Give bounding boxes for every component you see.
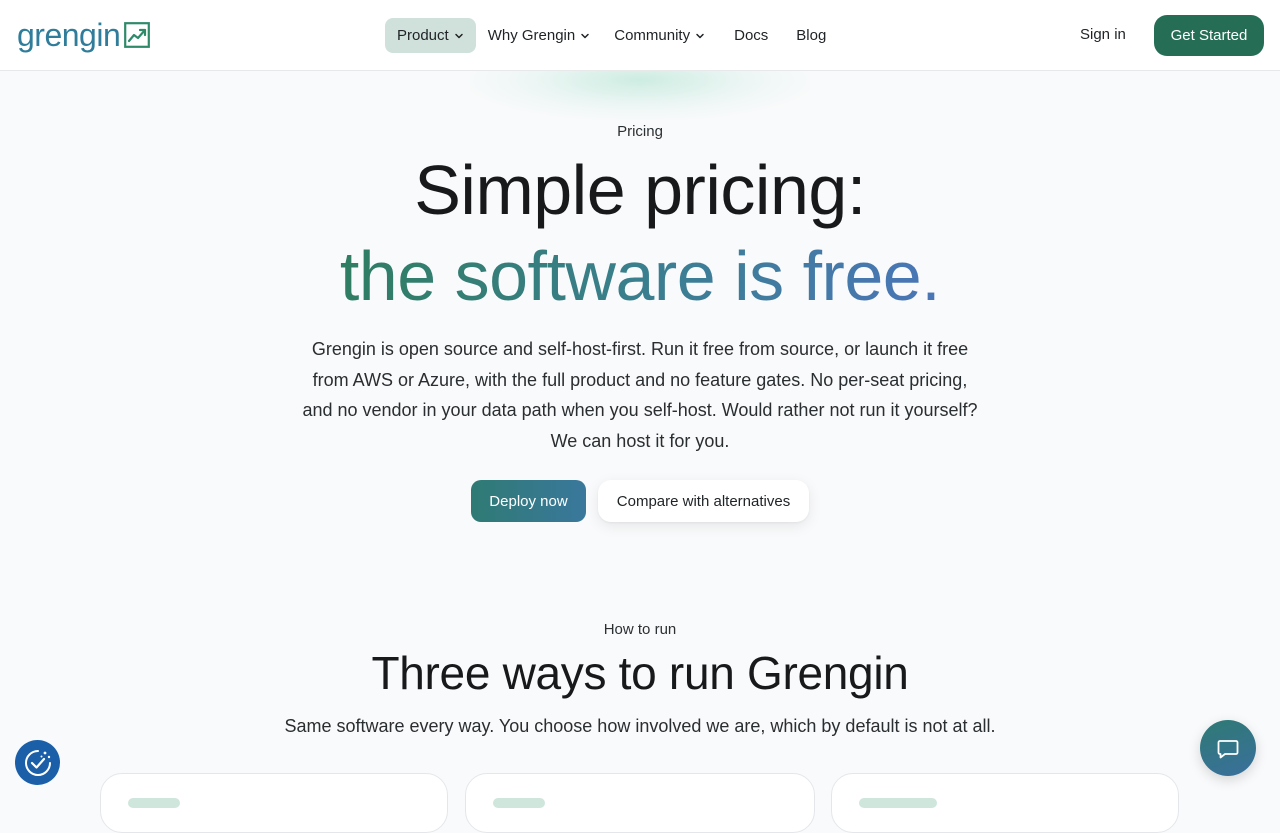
hero-title-highlight-text: the software is free. bbox=[339, 237, 941, 315]
chevron-down-icon bbox=[696, 33, 704, 38]
hero-title: Simple pricing: bbox=[414, 151, 866, 229]
nav-item-label: Blog bbox=[796, 27, 827, 44]
trend-chart-icon bbox=[124, 22, 151, 48]
chevron-down-icon bbox=[581, 33, 589, 38]
nav-item-product[interactable]: Product bbox=[385, 18, 476, 53]
get-started-button[interactable]: Get Started bbox=[1154, 15, 1264, 56]
section-subtitle: Same software every way. You choose how … bbox=[284, 716, 996, 736]
chat-bubble-icon bbox=[1217, 740, 1239, 759]
nav-item-label: Why Grengin bbox=[487, 27, 576, 44]
chat-launcher-button[interactable] bbox=[1200, 720, 1256, 776]
top-navbar: grengin Product Why Grengin Community Do… bbox=[0, 0, 1280, 71]
run-option-card[interactable] bbox=[100, 773, 448, 833]
deploy-now-button[interactable]: Deploy now bbox=[471, 480, 586, 522]
chevron-down-icon bbox=[454, 33, 463, 38]
brand-name: grengin bbox=[17, 17, 121, 53]
hero-description: Grengin is open source and self-host-fir… bbox=[302, 339, 978, 451]
section-eyebrow: How to run bbox=[603, 621, 677, 638]
nav-item-docs[interactable]: Docs bbox=[723, 18, 779, 53]
cookie-consent-icon bbox=[24, 749, 51, 776]
hero-title-highlight: the software is free. bbox=[0, 236, 1280, 316]
brand-logo[interactable]: grengin bbox=[17, 17, 151, 53]
nav-item-label: Community bbox=[614, 27, 691, 44]
section-title: Three ways to run Grengin bbox=[371, 647, 909, 699]
nav-item-label: Docs bbox=[734, 27, 769, 44]
main-nav: Product Why Grengin Community Docs Blog bbox=[385, 18, 843, 53]
run-option-card[interactable] bbox=[465, 773, 815, 833]
cookie-settings-button[interactable] bbox=[15, 740, 60, 785]
nav-item-blog[interactable]: Blog bbox=[785, 18, 837, 53]
hero-eyebrow: Pricing bbox=[617, 123, 663, 140]
nav-item-community[interactable]: Community bbox=[602, 18, 717, 53]
sign-in-link[interactable]: Sign in bbox=[1080, 26, 1126, 43]
nav-item-why-grengin[interactable]: Why Grengin bbox=[476, 18, 603, 53]
nav-item-label: Product bbox=[397, 27, 449, 44]
run-option-card[interactable] bbox=[831, 773, 1179, 833]
compare-alternatives-button[interactable]: Compare with alternatives bbox=[598, 480, 809, 522]
